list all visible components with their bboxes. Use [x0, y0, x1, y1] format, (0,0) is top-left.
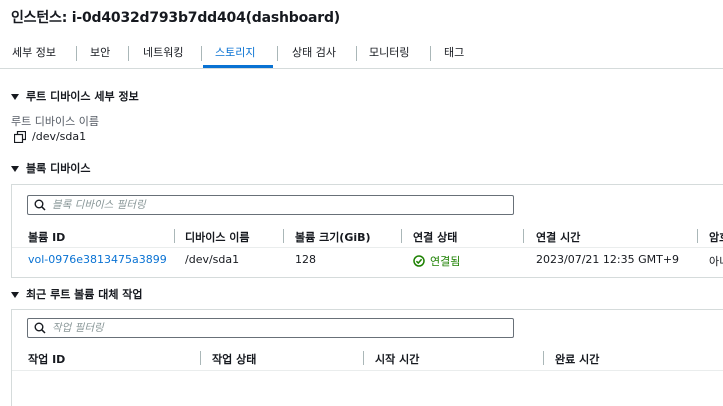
replace-tasks-filter-input[interactable]: [52, 322, 492, 334]
caret-down-icon: [11, 93, 19, 100]
tab-separator: [356, 46, 357, 61]
root-device-name-value: /dev/sda1: [13, 130, 87, 143]
column-header-attach-status[interactable]: 연결 상태: [413, 229, 457, 245]
column-separator: [543, 351, 544, 365]
column-header-attach-time[interactable]: 연결 시간: [536, 229, 580, 245]
search-icon: [34, 199, 46, 211]
column-separator: [363, 351, 364, 365]
check-circle-icon: [413, 255, 425, 267]
tab-separator: [76, 46, 77, 61]
tab-tags[interactable]: 태그: [444, 38, 464, 68]
tab-security[interactable]: 보안: [90, 38, 110, 68]
column-header-encrypted[interactable]: 암호: [709, 229, 723, 245]
replace-tasks-section-title: 최근 루트 볼륨 대체 작업: [26, 288, 143, 301]
caret-down-icon: [11, 165, 19, 172]
block-devices-section-title: 블록 디바이스: [26, 162, 91, 175]
root-device-name-text: /dev/sda1: [32, 130, 87, 143]
tab-separator: [128, 46, 129, 61]
column-header-volume-size[interactable]: 볼륨 크기(GiB): [295, 229, 371, 245]
tab-separator: [277, 46, 278, 61]
page-title: 인스턴스: i-0d4032d793b7dd404(dashboard): [11, 10, 340, 26]
attach-status-text: 연결됨: [430, 255, 461, 268]
caret-down-icon: [11, 291, 19, 298]
active-tab-indicator: [203, 65, 273, 68]
tab-bar: 세부 정보 보안 네트워킹 스토리지 상태 검사 모니터링 태그: [0, 38, 723, 69]
replace-tasks-search[interactable]: [27, 318, 514, 338]
replace-tasks-panel: 작업 ID 작업 상태 시작 시간 완료 시간: [11, 309, 723, 406]
column-separator: [283, 229, 284, 243]
column-header-completion-time[interactable]: 완료 시간: [555, 351, 599, 367]
block-devices-section-toggle[interactable]: 블록 디바이스: [11, 160, 91, 176]
column-header-volume-id[interactable]: 볼륨 ID: [28, 229, 65, 245]
root-device-section-title: 루트 디바이스 세부 정보: [26, 90, 139, 103]
volume-size-cell: 128: [295, 253, 316, 266]
header-divider: [12, 247, 723, 248]
search-icon: [34, 322, 46, 334]
attach-status-cell: 연결됨: [413, 253, 460, 269]
column-separator: [523, 229, 524, 243]
column-separator: [174, 229, 175, 243]
root-device-name-label: 루트 디바이스 이름: [11, 115, 99, 128]
tab-separator: [430, 46, 431, 61]
volume-id-link[interactable]: vol-0976e3813475a3899: [28, 253, 167, 266]
block-devices-search[interactable]: [27, 195, 514, 215]
column-header-start-time[interactable]: 시작 시간: [375, 351, 419, 367]
device-name-cell: /dev/sda1: [185, 253, 240, 266]
block-devices-filter-input[interactable]: [52, 199, 492, 211]
root-device-section-toggle[interactable]: 루트 디바이스 세부 정보: [11, 88, 139, 104]
column-separator: [200, 351, 201, 365]
column-header-device-name[interactable]: 디바이스 이름: [185, 229, 250, 245]
tab-monitoring[interactable]: 모니터링: [369, 38, 409, 68]
column-header-task-status[interactable]: 작업 상태: [212, 351, 256, 367]
tab-separator: [201, 46, 202, 61]
header-divider: [12, 370, 723, 371]
tab-storage[interactable]: 스토리지: [215, 38, 255, 68]
block-devices-panel: 볼륨 ID 디바이스 이름 볼륨 크기(GiB) 연결 상태 연결 시간 암호 …: [11, 184, 723, 278]
tab-details[interactable]: 세부 정보: [12, 38, 56, 68]
column-separator: [401, 229, 402, 243]
replace-tasks-section-toggle[interactable]: 최근 루트 볼륨 대체 작업: [11, 286, 143, 302]
tab-networking[interactable]: 네트워킹: [143, 38, 183, 68]
encrypted-cell: 아니: [709, 255, 723, 268]
column-separator: [697, 229, 698, 243]
copy-icon[interactable]: [13, 130, 27, 143]
column-header-task-id[interactable]: 작업 ID: [28, 351, 65, 367]
attach-time-cell: 2023/07/21 12:35 GMT+9: [536, 253, 680, 266]
tab-status-checks[interactable]: 상태 검사: [292, 38, 336, 68]
